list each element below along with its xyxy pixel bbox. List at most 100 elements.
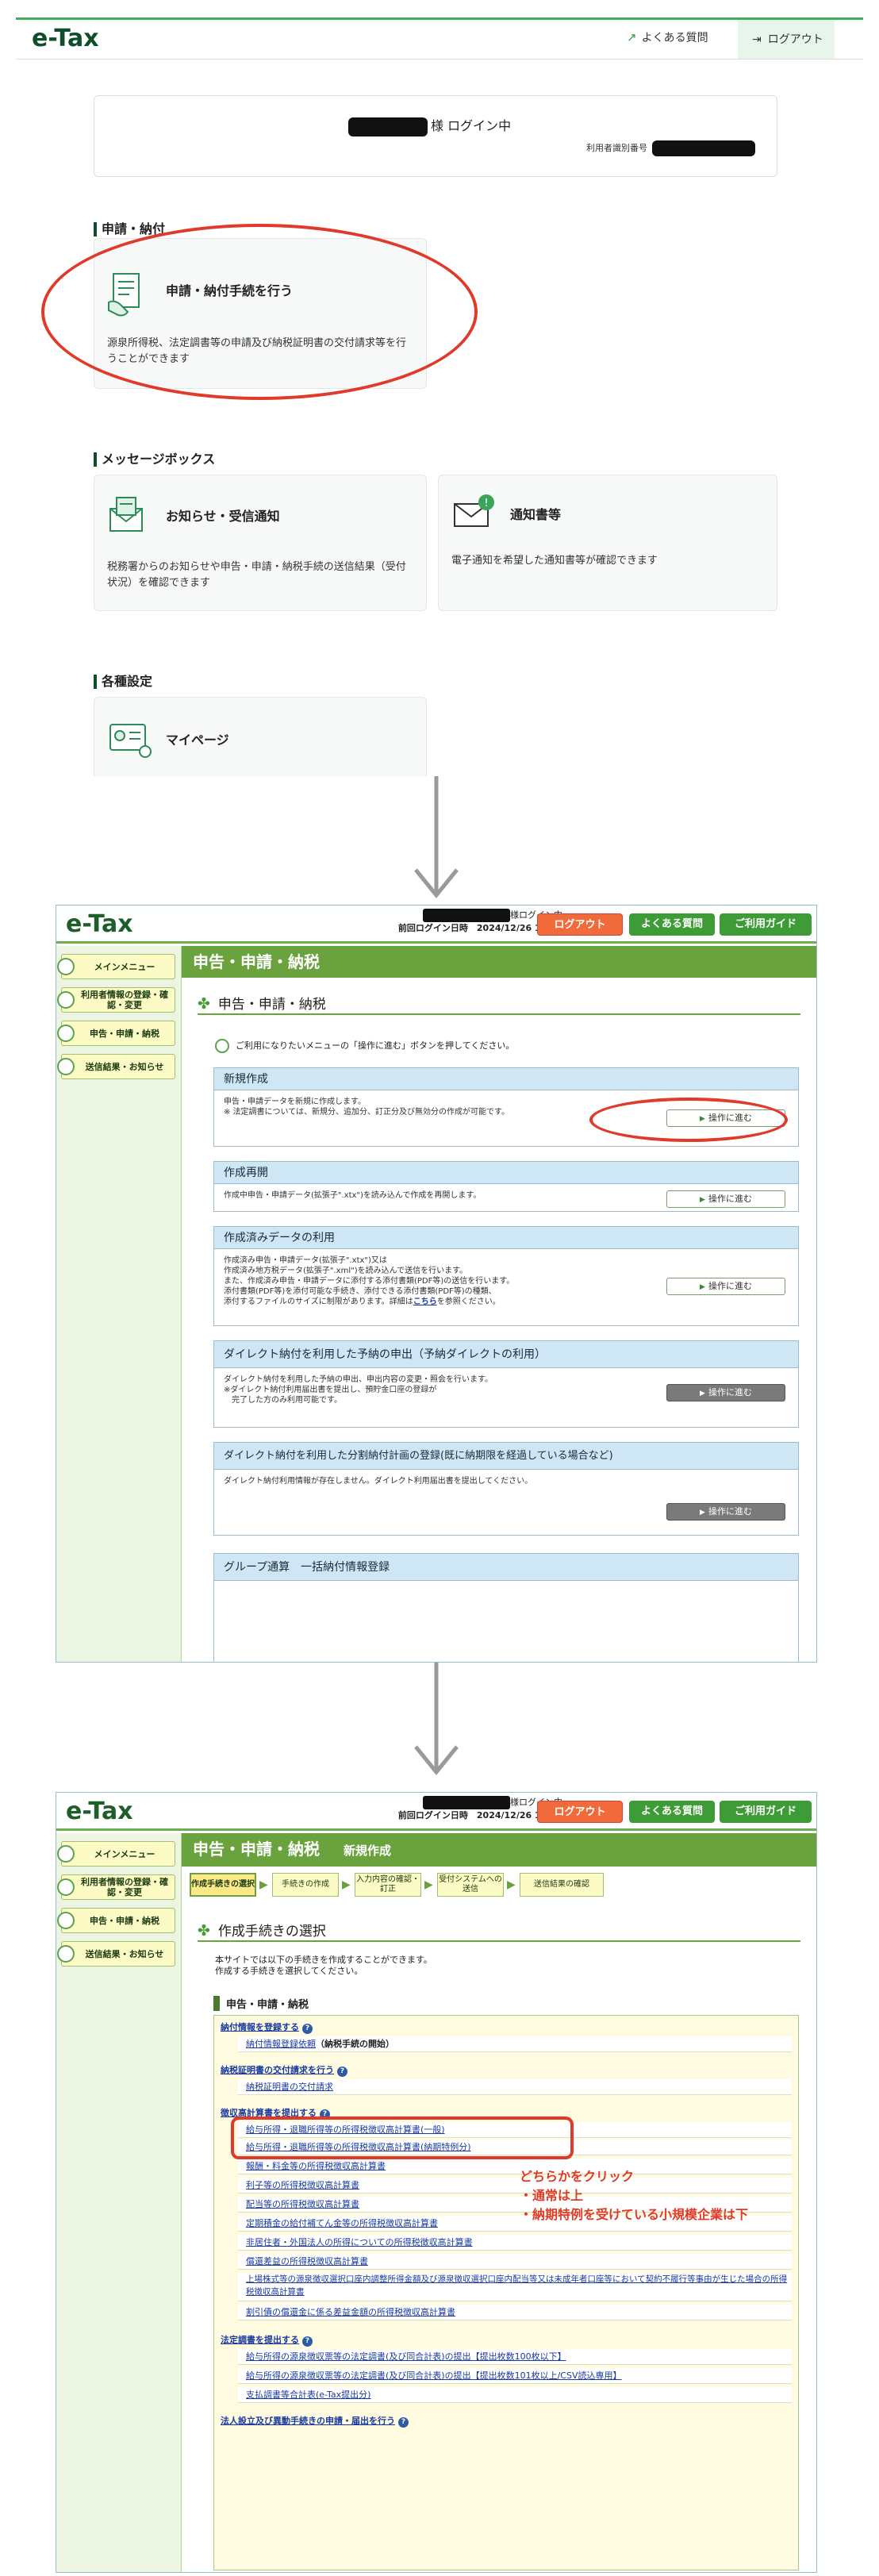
external-link-icon: ↗ bbox=[627, 30, 637, 44]
sidebar-item-results[interactable]: 送信結果・お知らせ bbox=[57, 1941, 175, 1967]
annotation-line: ・通常は上 bbox=[520, 2188, 584, 2203]
etax-logo[interactable]: e-Tax bbox=[32, 25, 99, 52]
group-head-payment[interactable]: 納付情報を登録する? bbox=[221, 2020, 313, 2034]
sidebar-item-results[interactable]: 送信結果・お知らせ bbox=[57, 1054, 175, 1079]
step-arrow-icon: ▶ bbox=[342, 1878, 351, 1891]
proceed-button-installment[interactable]: ▶ 操作に進む bbox=[666, 1503, 785, 1521]
proceed-button-resume[interactable]: ▶ 操作に進む bbox=[666, 1190, 785, 1208]
box-direct-prepay-body: ダイレクト納付を利用した予納の申出、申出内容の変更・照会を行います。 ※ダイレク… bbox=[214, 1368, 798, 1427]
proceed-button-existing[interactable]: ▶ 操作に進む bbox=[666, 1278, 785, 1295]
step-arrow-icon: ▶ bbox=[424, 1878, 433, 1891]
redacted-name bbox=[348, 117, 428, 136]
annotation-line: どちらかをクリック bbox=[520, 2169, 635, 2184]
sidebar: メインメニュー 利用者情報の登録・確認・変更 申告・申請・納税 送信結果・お知ら… bbox=[56, 1833, 182, 2572]
step-3: 入力内容の確認・訂正 bbox=[355, 1873, 421, 1897]
notices-card[interactable]: お知らせ・受信通知 税務署からのお知らせや申告・申請・納税手続の送信結果（受付状… bbox=[94, 475, 427, 611]
user-id-line: 利用者識別番号 bbox=[586, 140, 755, 156]
step-1: 作成手続きの選択 bbox=[190, 1873, 256, 1897]
play-icon: ▶ bbox=[700, 1196, 705, 1204]
etax-logo[interactable]: e-Tax bbox=[66, 910, 133, 938]
box-new-title: 新規作成 bbox=[214, 1068, 798, 1090]
sidebar-item-user-info[interactable]: 利用者情報の登録・確認・変更 bbox=[57, 987, 175, 1013]
page-header: 申告・申請・納税 新規作成 bbox=[182, 1833, 816, 1867]
help-icon[interactable]: ? bbox=[398, 2417, 409, 2428]
sidebar: メインメニュー 利用者情報の登録・確認・変更 申告・申請・納税 送信結果・お知ら… bbox=[56, 946, 182, 1662]
section-title-settings: 各種設定 bbox=[94, 675, 152, 689]
procedure-list: 納付情報を登録する? 納付情報登録依頼（納税手続の開始） 納税証明書の交付請求を… bbox=[213, 2015, 799, 2570]
notices-doc-card-desc: 電子通知を希望した通知書等が確認できます bbox=[451, 555, 658, 567]
highlight-ellipse bbox=[41, 224, 478, 400]
last-login: 前回ログイン日時 2024/12/26 19:57 bbox=[397, 923, 562, 933]
page-subtitle: ✤ 申告・申請・納税 bbox=[198, 995, 326, 1013]
help-icon[interactable]: ? bbox=[302, 2024, 313, 2034]
group-head-statutory[interactable]: 法定調書を提出する? bbox=[221, 2333, 313, 2347]
notices-doc-card[interactable]: ! 通知書等 電子通知を希望した通知書等が確認できます bbox=[438, 475, 777, 611]
intro-text: 本サイトでは以下の手続きを作成することができます。 作成する手続きを選択してくだ… bbox=[215, 1955, 432, 1976]
logout-button[interactable]: ⇥ ログアウト bbox=[738, 20, 835, 59]
box-group-title: グループ通算 一括納付情報登録 bbox=[214, 1554, 798, 1581]
help-icon[interactable]: ? bbox=[302, 2336, 313, 2347]
box-group: グループ通算 一括納付情報登録 bbox=[213, 1553, 799, 1662]
proceed-button-prepay[interactable]: ▶ 操作に進む bbox=[666, 1384, 785, 1401]
box-resume-body: 作成中申告・申請データ(拡張子".xtx")を読み込んで作成を再開します。 ▶ 操… bbox=[214, 1184, 798, 1211]
step-arrow-icon: ▶ bbox=[507, 1878, 516, 1891]
box-direct-installment-title: ダイレクト納付を利用した分割納付計画の登録(既に納期限を経過している場合など) bbox=[214, 1443, 798, 1470]
sidebar-item-main-menu[interactable]: メインメニュー bbox=[57, 954, 175, 979]
annotation-line: ・納期特例を受けている小規模企業は下 bbox=[520, 2207, 749, 2222]
page-subtitle: ✤ 作成手続きの選択 bbox=[198, 1922, 326, 1940]
step-4: 受付システムへの送信 bbox=[437, 1873, 504, 1897]
box-existing-body: 作成済み申告・申請データ(拡張子".xtx")又は 作成済み地方税データ(拡張子… bbox=[214, 1249, 798, 1325]
guide-button[interactable]: ご利用ガイド bbox=[720, 1801, 812, 1823]
guide-button[interactable]: ご利用ガイド bbox=[720, 913, 812, 936]
user-info-panel: 様 ログイン中 利用者識別番号 bbox=[94, 95, 777, 177]
box-direct-prepay-title: ダイレクト納付を利用した予納の申出（予納ダイレクトの利用） bbox=[214, 1341, 798, 1368]
etax-logo[interactable]: e-Tax bbox=[66, 1797, 133, 1825]
highlight-rect bbox=[231, 2117, 574, 2159]
procedure-row[interactable]: 支払調書等合計表(e-Tax提出分) bbox=[238, 2387, 792, 2403]
mail-icon bbox=[109, 497, 143, 532]
notices-card-title: お知らせ・受信通知 bbox=[166, 509, 280, 524]
clover-icon: ✤ bbox=[198, 1922, 210, 1940]
box-existing: 作成済みデータの利用 作成済み申告・申請データ(拡張子".xtx")又は 作成済… bbox=[213, 1226, 799, 1326]
procedure-row[interactable]: 納税証明書の交付請求 bbox=[238, 2079, 792, 2095]
play-icon: ▶ bbox=[700, 1390, 705, 1398]
procedure-row[interactable]: 給与所得の源泉徴収票等の法定調書(及び同合計表)の提出【提出枚数100枚以下】 bbox=[238, 2349, 792, 2365]
divider bbox=[198, 1013, 800, 1015]
procedure-row[interactable]: 給与所得の源泉徴収票等の法定調書(及び同合計表)の提出【提出枚数101枚以上/C… bbox=[238, 2368, 792, 2384]
page-header: 申告・申請・納税 bbox=[182, 946, 816, 978]
portal-header: e-Tax ↗ よくある質問 ⇥ ログアウト bbox=[16, 20, 863, 60]
box-direct-installment: ダイレクト納付を利用した分割納付計画の登録(既に納期限を経過している場合など) … bbox=[213, 1442, 799, 1536]
faq-button[interactable]: よくある質問 bbox=[629, 1801, 715, 1823]
sidebar-item-declaration[interactable]: 申告・申請・納税 bbox=[57, 1021, 175, 1046]
group-head-corporate[interactable]: 法人設立及び異動手続きの申請・届出を行う? bbox=[221, 2414, 409, 2428]
mypage-card[interactable]: マイページ bbox=[94, 697, 427, 776]
etax-menu-screen: e-Tax 様ログイン中 前回ログイン日時 2024/12/26 19:57 ロ… bbox=[56, 905, 817, 1663]
svg-text:!: ! bbox=[484, 498, 488, 509]
group-head-certificate[interactable]: 納税証明書の交付請求を行う? bbox=[221, 2063, 347, 2077]
notices-doc-card-title: 通知書等 bbox=[510, 507, 562, 522]
logout-button[interactable]: ログアウト bbox=[537, 1801, 623, 1823]
procedure-row[interactable]: 償還差益の所得税徴収高計算書 bbox=[238, 2254, 792, 2270]
procedure-row[interactable]: 非居住者・外国法人の所得についての所得税徴収高計算書 bbox=[238, 2235, 792, 2251]
procedure-row[interactable]: 納付情報登録依頼（納税手続の開始） bbox=[238, 2036, 792, 2052]
down-arrow-icon bbox=[414, 1663, 459, 1775]
play-icon: ▶ bbox=[700, 1509, 705, 1517]
sidebar-item-declaration[interactable]: 申告・申請・納税 bbox=[57, 1908, 175, 1933]
help-icon[interactable]: ? bbox=[337, 2067, 347, 2077]
details-link[interactable]: こちら bbox=[413, 1298, 437, 1306]
highlight-ellipse bbox=[589, 1098, 788, 1142]
faq-link[interactable]: ↗ よくある質問 bbox=[627, 29, 708, 45]
faq-button[interactable]: よくある質問 bbox=[629, 913, 715, 936]
hint-text: ご利用になりたいメニューの「操作に進む」ボタンを押してください。 bbox=[215, 1039, 514, 1053]
logout-button[interactable]: ログアウト bbox=[537, 913, 623, 936]
sidebar-item-main-menu[interactable]: メインメニュー bbox=[57, 1841, 175, 1867]
procedure-row[interactable]: 割引債の償還金に係る差益金額の所得税徴収高計算書 bbox=[238, 2305, 792, 2320]
profile-icon bbox=[109, 724, 152, 758]
procedure-row[interactable]: 上場株式等の源泉徴収選択口座内調整所得金額及び源泉徴収選択口座内配当等又は未成年… bbox=[238, 2273, 792, 2301]
box-direct-prepay: ダイレクト納付を利用した予納の申出（予納ダイレクトの利用） ダイレクト納付を利用… bbox=[213, 1340, 799, 1428]
sidebar-item-user-info[interactable]: 利用者情報の登録・確認・変更 bbox=[57, 1874, 175, 1900]
etax-procedure-screen: e-Tax 様ログイン中 前回ログイン日時 2024/12/26 19:58 ロ… bbox=[56, 1792, 817, 2573]
login-info: 様ログイン中 前回ログイン日時 2024/12/26 19:57 bbox=[356, 909, 562, 934]
notices-card-desc: 税務署からのお知らせや申告・申請・納税手続の送信結果（受付状況）を確認できます bbox=[107, 561, 406, 589]
login-status: 様 ログイン中 bbox=[348, 115, 511, 136]
